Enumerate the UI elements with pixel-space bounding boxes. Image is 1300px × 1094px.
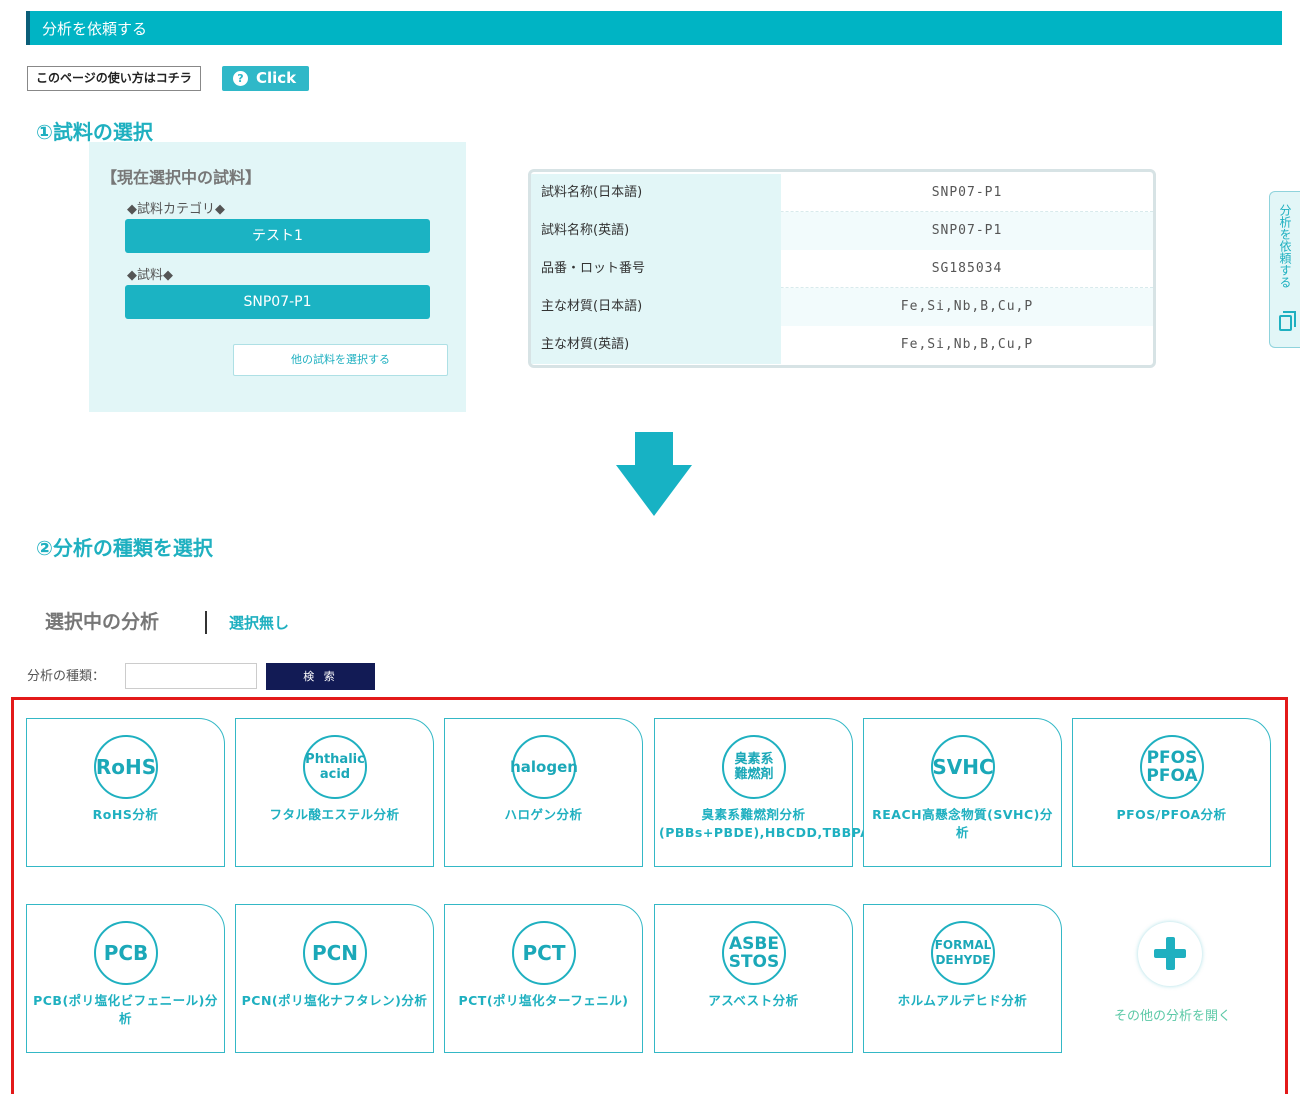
table-value: Fe,Si,Nb,B,Cu,P bbox=[781, 288, 1153, 326]
analysis-label: アスベスト分析 bbox=[708, 993, 799, 1008]
help-click-button[interactable]: ? Click bbox=[222, 66, 309, 91]
icon-text: PCT bbox=[522, 940, 566, 965]
analysis-search-input[interactable] bbox=[125, 663, 257, 689]
icon-text-line: Phthalic bbox=[305, 752, 365, 767]
analysis-label: PCB(ポリ塩化ビフェニール)分析 bbox=[33, 993, 218, 1026]
icon-text-line: ASBE bbox=[729, 934, 779, 954]
table-key: 主な材質(英語) bbox=[531, 326, 781, 364]
analysis-label: REACH高懸念物質(SVHC)分析 bbox=[872, 807, 1053, 840]
table-key: 試料名称(日本語) bbox=[531, 174, 781, 212]
table-value: Fe,Si,Nb,B,Cu,P bbox=[900, 337, 1034, 352]
table-key: 品番・ロット番号 bbox=[531, 250, 781, 288]
icon-text: PCB bbox=[103, 940, 149, 965]
icon-text-line: PFOA bbox=[1146, 766, 1198, 786]
pcn-icon: PCN bbox=[303, 921, 367, 985]
section-title-analysis: ②分析の種類を選択 bbox=[36, 536, 213, 560]
analysis-card-pcn[interactable]: PCN PCN(ポリ塩化ナフタレン)分析 bbox=[235, 904, 434, 1053]
analysis-card-pct[interactable]: PCT PCT(ポリ塩化ターフェニル) bbox=[444, 904, 643, 1053]
rohs-icon: RoHS bbox=[94, 735, 158, 799]
icon-text: SVHC bbox=[932, 754, 994, 779]
sample-category-label: ◆試料カテゴリ◆ bbox=[127, 202, 225, 217]
halogen-icon: halogen bbox=[510, 735, 578, 799]
table-row: 主な材質(日本語) Fe,Si,Nb,B,Cu,P bbox=[531, 288, 1153, 326]
analysis-label: PCN(ポリ塩化ナフタレン)分析 bbox=[241, 993, 428, 1008]
analysis-card-formaldehyde[interactable]: FORMAL DEHYDE ホルムアルデヒド分析 bbox=[863, 904, 1062, 1053]
svhc-icon: SVHC bbox=[931, 735, 995, 799]
analysis-card-halogen[interactable]: halogen ハロゲン分析 bbox=[444, 718, 643, 867]
analysis-label: RoHS分析 bbox=[92, 807, 159, 822]
icon-text: RoHS bbox=[95, 754, 157, 779]
analysis-card-pfos-pfoa[interactable]: PFOS PFOA PFOS/PFOA分析 bbox=[1072, 718, 1271, 867]
sample-category-button[interactable]: テスト1 bbox=[125, 219, 430, 253]
icon-text: halogen bbox=[510, 757, 578, 776]
analysis-card-rohs[interactable]: RoHS RoHS分析 bbox=[26, 718, 225, 867]
analysis-label: ホルムアルデヒド分析 bbox=[897, 993, 1028, 1008]
analysis-card-brominated[interactable]: 臭素系 難燃剤 臭素系難燃剤分析(PBBs+PBDE),HBCDD,TBBPA,T… bbox=[654, 718, 905, 867]
analysis-label: フタル酸エステル分析 bbox=[269, 807, 400, 822]
icon-text-line: acid bbox=[319, 767, 351, 782]
icon-text: FORMAL DEHYDE bbox=[935, 938, 992, 968]
table-value: SNP07-P1 bbox=[931, 185, 1003, 200]
plus-icon-v bbox=[1166, 937, 1175, 970]
document-copy-icon bbox=[1279, 315, 1292, 331]
table-value: SNP07-P1 bbox=[781, 212, 1153, 250]
table-row: 品番・ロット番号 SG185034 bbox=[531, 250, 1153, 288]
icon-text: Phthalic acid bbox=[305, 752, 365, 782]
icon-text-line: 難燃剤 bbox=[734, 767, 774, 782]
current-sample-heading: 【現在選択中の試料】 bbox=[101, 168, 262, 187]
analysis-type-label: 分析の種類： bbox=[27, 669, 106, 684]
analysis-label: PFOS/PFOA分析 bbox=[1116, 807, 1227, 822]
icon-text: PFOS PFOA bbox=[1146, 749, 1197, 785]
icon-text: 臭素系 難燃剤 bbox=[734, 752, 773, 782]
icon-text-line: FORMAL bbox=[934, 938, 992, 952]
analysis-card-phthalic[interactable]: Phthalic acid フタル酸エステル分析 bbox=[235, 718, 434, 867]
howto-label: このページの使い方はコチラ bbox=[27, 66, 201, 91]
current-sample-panel: 【現在選択中の試料】 ◆試料カテゴリ◆ テスト1 ◆試料◆ SNP07-P1 他… bbox=[89, 142, 466, 412]
pfos-pfoa-icon: PFOS PFOA bbox=[1140, 735, 1204, 799]
table-row: 試料名称(日本語) SNP07-P1 bbox=[531, 174, 1153, 212]
down-arrow-icon bbox=[616, 432, 692, 516]
table-key: 主な材質(日本語) bbox=[531, 288, 781, 326]
selected-analysis-label: 選択中の分析 bbox=[45, 611, 160, 633]
analysis-card-asbestos[interactable]: ASBE STOS アスベスト分析 bbox=[654, 904, 853, 1053]
sample-info-table: 試料名称(日本語) SNP07-P1 試料名称(英語) SNP07-P1 品番・… bbox=[528, 169, 1156, 368]
table-row: 試料名称(英語) SNP07-P1 bbox=[531, 212, 1153, 250]
phthalic-acid-icon: Phthalic acid bbox=[303, 735, 367, 799]
analysis-card-pcb[interactable]: PCB PCB(ポリ塩化ビフェニール)分析 bbox=[26, 904, 225, 1053]
icon-text-line: PFOS bbox=[1146, 748, 1198, 768]
search-button[interactable]: 検 索 bbox=[266, 663, 375, 690]
question-icon: ? bbox=[233, 71, 248, 86]
analysis-label: ハロゲン分析 bbox=[504, 807, 583, 822]
pcb-icon: PCB bbox=[94, 921, 158, 985]
plus-icon bbox=[1138, 922, 1202, 986]
sample-button[interactable]: SNP07-P1 bbox=[125, 285, 430, 319]
icon-text-line: 臭素系 bbox=[734, 752, 774, 767]
side-request-tab[interactable]: 分析を依頼する bbox=[1269, 191, 1300, 348]
page-header-title: 分析を依頼する bbox=[42, 20, 148, 38]
select-other-sample-button[interactable]: 他の試料を選択する bbox=[233, 344, 448, 376]
section-title-sample: ①試料の選択 bbox=[36, 120, 153, 144]
analysis-label: PCT(ポリ塩化ターフェニル) bbox=[458, 993, 629, 1008]
table-row: 主な材質(英語) Fe,Si,Nb,B,Cu,P bbox=[531, 326, 1153, 364]
icon-text-line: STOS bbox=[728, 952, 780, 972]
icon-text: PCN bbox=[311, 940, 359, 965]
open-other-analyses-label: その他の分析を開く bbox=[1113, 1009, 1231, 1024]
icon-text-line: DEHYDE bbox=[935, 953, 991, 967]
pct-icon: PCT bbox=[512, 921, 576, 985]
page-header: 分析を依頼する bbox=[26, 11, 1282, 45]
formaldehyde-icon: FORMAL DEHYDE bbox=[931, 921, 995, 985]
side-tab-label: 分析を依頼する bbox=[1278, 204, 1292, 288]
analysis-label: 臭素系難燃剤分析(PBBs+PBDE),HBCDD,TBBPA,TBP bbox=[659, 807, 905, 840]
sample-label: ◆試料◆ bbox=[127, 268, 173, 283]
selected-analysis-value: 選択無し bbox=[229, 614, 290, 632]
brominated-flame-retardant-icon: 臭素系 難燃剤 bbox=[722, 735, 786, 799]
help-click-label: Click bbox=[256, 69, 297, 87]
icon-text: ASBE STOS bbox=[729, 935, 780, 971]
analysis-card-svhc[interactable]: SVHC REACH高懸念物質(SVHC)分析 bbox=[863, 718, 1062, 867]
table-key: 試料名称(英語) bbox=[531, 212, 781, 250]
open-other-analyses-button[interactable]: その他の分析を開く bbox=[1073, 905, 1272, 1054]
asbestos-icon: ASBE STOS bbox=[722, 921, 786, 985]
table-value: SG185034 bbox=[931, 261, 1003, 276]
divider bbox=[205, 611, 207, 634]
